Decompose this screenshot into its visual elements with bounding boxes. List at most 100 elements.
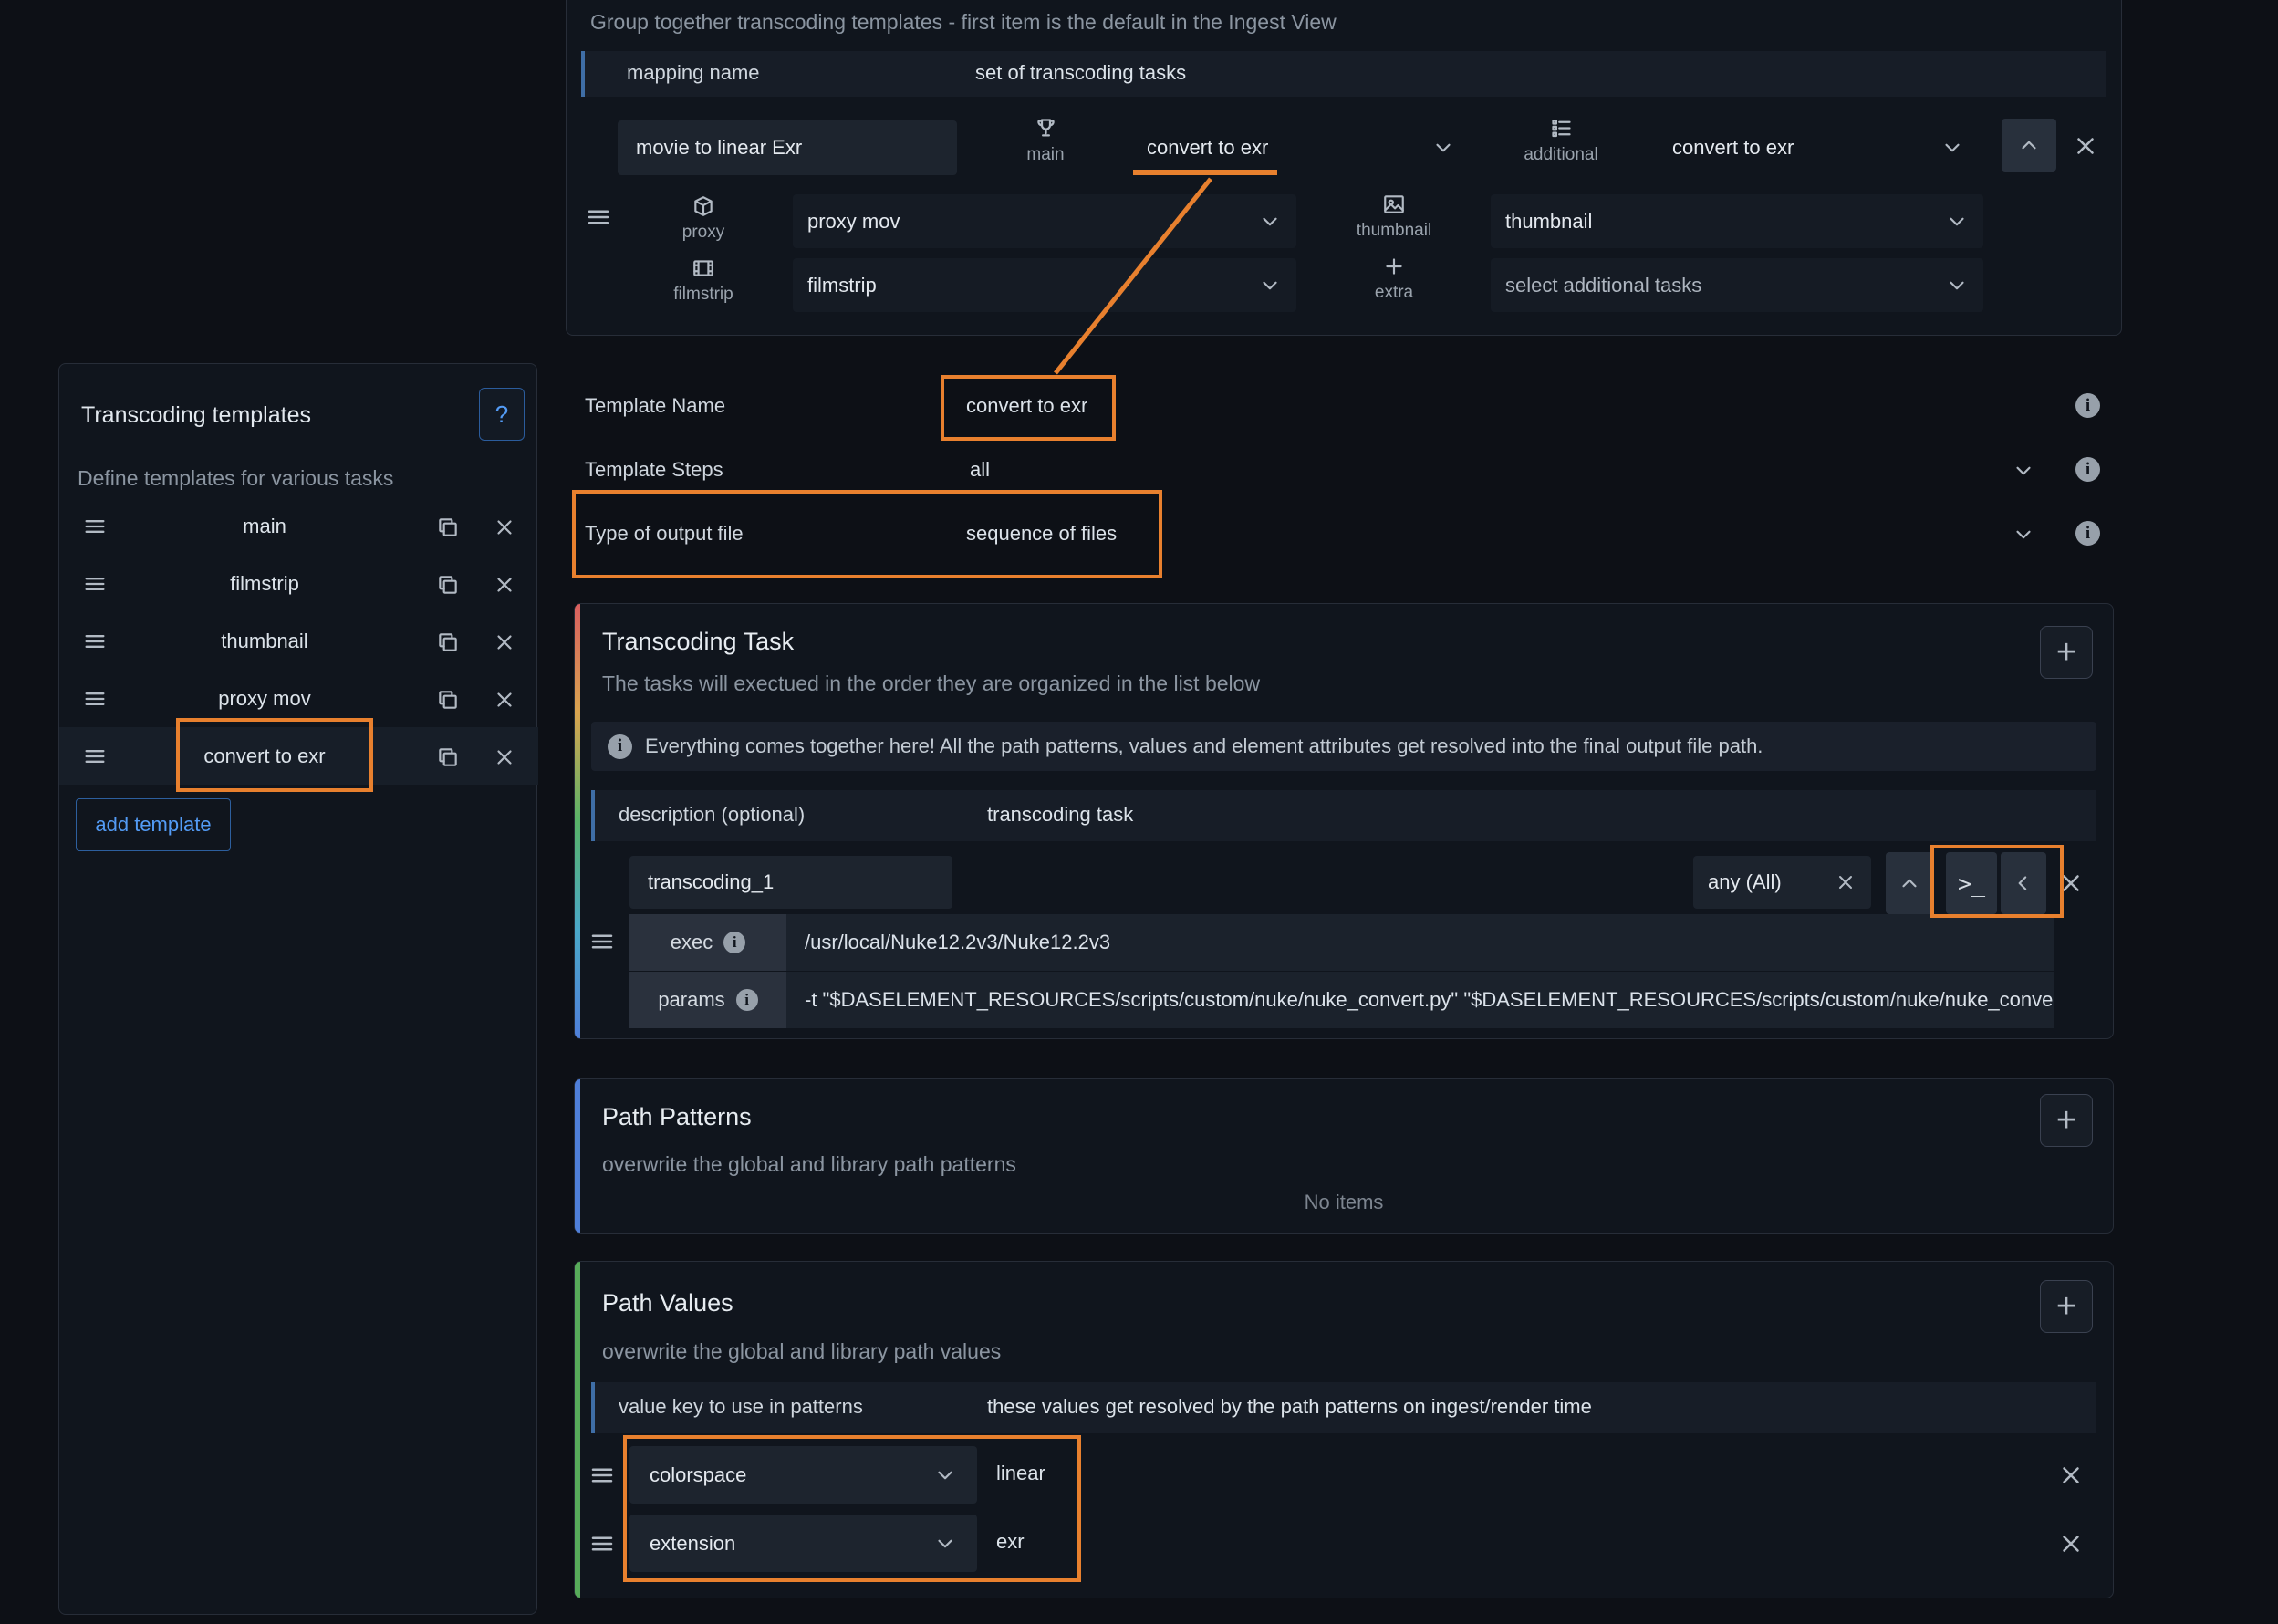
params-value-text: -t "$DASELEMENT_RESOURCES/scripts/custom…	[805, 988, 2054, 1011]
task-scope-dropdown[interactable]: any (All)	[1693, 856, 1871, 909]
delete-path-value-button[interactable]	[2056, 1461, 2086, 1490]
task-section-title: Transcoding Task	[602, 628, 795, 655]
chevron-down-icon[interactable]	[2012, 523, 2035, 547]
collapse-task-button[interactable]	[2001, 852, 2046, 914]
additional-task-dropdown[interactable]: convert to exr	[1658, 120, 1979, 175]
info-icon[interactable]: i	[735, 989, 758, 1011]
template-name-value[interactable]: convert to exr	[966, 394, 1087, 418]
delete-path-value-button[interactable]	[2056, 1529, 2086, 1558]
delete-task-button[interactable]	[2056, 869, 2086, 898]
path-values-title: Path Values	[602, 1289, 733, 1317]
additional-task-caption-label: additional	[1524, 145, 1598, 164]
delete-template-button[interactable]	[492, 744, 517, 770]
add-path-value-button[interactable]: +	[2040, 1280, 2093, 1333]
info-icon[interactable]: i	[2075, 521, 2100, 546]
delete-template-button[interactable]	[492, 515, 517, 540]
move-task-up-button[interactable]	[1886, 852, 1933, 914]
move-template-up-button[interactable]	[2002, 119, 2056, 172]
template-name-input-value: movie to linear Exr	[636, 136, 803, 159]
path-value-key-dropdown[interactable]: colorspace	[629, 1446, 977, 1504]
drag-handle[interactable]	[588, 1461, 617, 1490]
drag-handle[interactable]	[81, 513, 109, 540]
task-drag-handle[interactable]	[588, 927, 617, 956]
path-value-value[interactable]: exr	[996, 1530, 1025, 1554]
path-values-header-row: value key to use in patterns these value…	[591, 1382, 2096, 1433]
chevron-down-icon	[1945, 210, 1969, 234]
drag-handle[interactable]	[81, 743, 109, 770]
template-list-item-thumbnail[interactable]: thumbnail	[59, 612, 538, 670]
drag-handle[interactable]	[583, 202, 614, 233]
path-value-key-dropdown[interactable]: extension	[629, 1515, 977, 1572]
template-steps-value[interactable]: all	[970, 458, 990, 482]
thumbnail-caption-label: thumbnail	[1356, 221, 1432, 240]
path-patterns-empty: No items	[1304, 1191, 1384, 1213]
duplicate-template-button[interactable]	[435, 515, 461, 540]
delete-template-button[interactable]	[492, 687, 517, 713]
plus-icon: +	[2055, 632, 2077, 671]
task-name-input[interactable]: transcoding_1	[629, 856, 952, 909]
params-value[interactable]: -t "$DASELEMENT_RESOURCES/scripts/custom…	[786, 972, 2054, 1028]
drag-handle[interactable]	[81, 570, 109, 598]
template-list-item-main[interactable]: main	[59, 497, 538, 555]
template-list-item-convert-to-exr[interactable]: convert to exr	[59, 727, 538, 785]
add-path-pattern-button[interactable]: +	[2040, 1094, 2093, 1147]
template-list-item-proxy-mov[interactable]: proxy mov	[59, 670, 538, 727]
help-button[interactable]: ?	[479, 388, 525, 441]
duplicate-template-button[interactable]	[435, 572, 461, 598]
info-icon[interactable]: i	[723, 932, 746, 953]
chevron-down-icon	[1258, 274, 1282, 297]
add-task-button[interactable]: +	[2040, 626, 2093, 679]
additional-task-caption: additional	[1515, 116, 1607, 165]
path-value-value[interactable]: linear	[996, 1462, 1045, 1485]
add-template-button[interactable]: add template	[76, 798, 231, 851]
extra-tasks-dropdown[interactable]: select additional tasks	[1491, 258, 1983, 312]
duplicate-template-button[interactable]	[435, 630, 461, 655]
filmstrip-caption: filmstrip	[658, 256, 749, 305]
clear-scope-icon[interactable]	[1835, 871, 1857, 893]
info-icon[interactable]: i	[2075, 393, 2100, 418]
path-patterns-section: Path Patterns + overwrite the global and…	[574, 1078, 2114, 1234]
duplicate-template-button[interactable]	[435, 687, 461, 713]
copy-icon	[436, 745, 460, 769]
template-name-label: Template Name	[585, 394, 726, 417]
add-template-button-label: add template	[95, 813, 212, 836]
transcoding-templates-panel: Transcoding templates ? Define templates…	[58, 363, 538, 1615]
delete-template-button[interactable]	[492, 630, 517, 655]
exec-value[interactable]: /usr/local/Nuke12.2v3/Nuke12.2v3	[786, 914, 2054, 971]
main-task-dropdown[interactable]: convert to exr	[1132, 120, 1470, 175]
info-icon[interactable]: i	[2075, 457, 2100, 482]
task-info-text: Everything comes together here! All the …	[645, 734, 1763, 757]
path-patterns-title: Path Patterns	[602, 1103, 752, 1130]
drag-handle[interactable]	[81, 685, 109, 713]
description-value[interactable]: transcoding task	[987, 803, 1133, 827]
chevron-down-icon	[1940, 136, 1964, 160]
remove-template-group-button[interactable]	[2070, 130, 2101, 161]
template-list-item-filmstrip[interactable]: filmstrip	[59, 555, 538, 612]
drag-handle-icon	[82, 571, 108, 597]
template-steps-row: Template Steps all i	[574, 443, 2114, 501]
mapping-name-value[interactable]: set of transcoding tasks	[975, 61, 1186, 85]
copy-icon	[436, 573, 460, 597]
chevron-down-icon	[933, 1463, 957, 1487]
output-type-value[interactable]: sequence of files	[966, 522, 1117, 546]
thumbnail-dropdown[interactable]: thumbnail	[1491, 194, 1983, 248]
filmstrip-dropdown[interactable]: filmstrip	[793, 258, 1296, 312]
thumbnail-caption: thumbnail	[1344, 193, 1444, 241]
chevron-down-icon	[1258, 210, 1282, 234]
main-task-caption-label: main	[1026, 145, 1065, 164]
proxy-dropdown[interactable]: proxy mov	[793, 194, 1296, 248]
duplicate-template-button[interactable]	[435, 744, 461, 770]
exec-value-text: /usr/local/Nuke12.2v3/Nuke12.2v3	[805, 931, 1111, 953]
info-icon: i	[608, 734, 632, 759]
plus-icon: +	[2055, 1100, 2077, 1140]
terminal-button[interactable]: >_	[1946, 852, 1997, 914]
additional-task-dropdown-value: convert to exr	[1672, 136, 1794, 159]
template-name-input[interactable]: movie to linear Exr	[618, 120, 957, 175]
extra-caption-label: extra	[1374, 283, 1414, 302]
help-button-label: ?	[494, 400, 509, 428]
chevron-down-icon[interactable]	[2012, 459, 2035, 483]
drag-handle[interactable]	[81, 628, 109, 655]
drag-handle[interactable]	[588, 1529, 617, 1558]
delete-template-button[interactable]	[492, 572, 517, 598]
proxy-dropdown-value: proxy mov	[807, 209, 900, 233]
